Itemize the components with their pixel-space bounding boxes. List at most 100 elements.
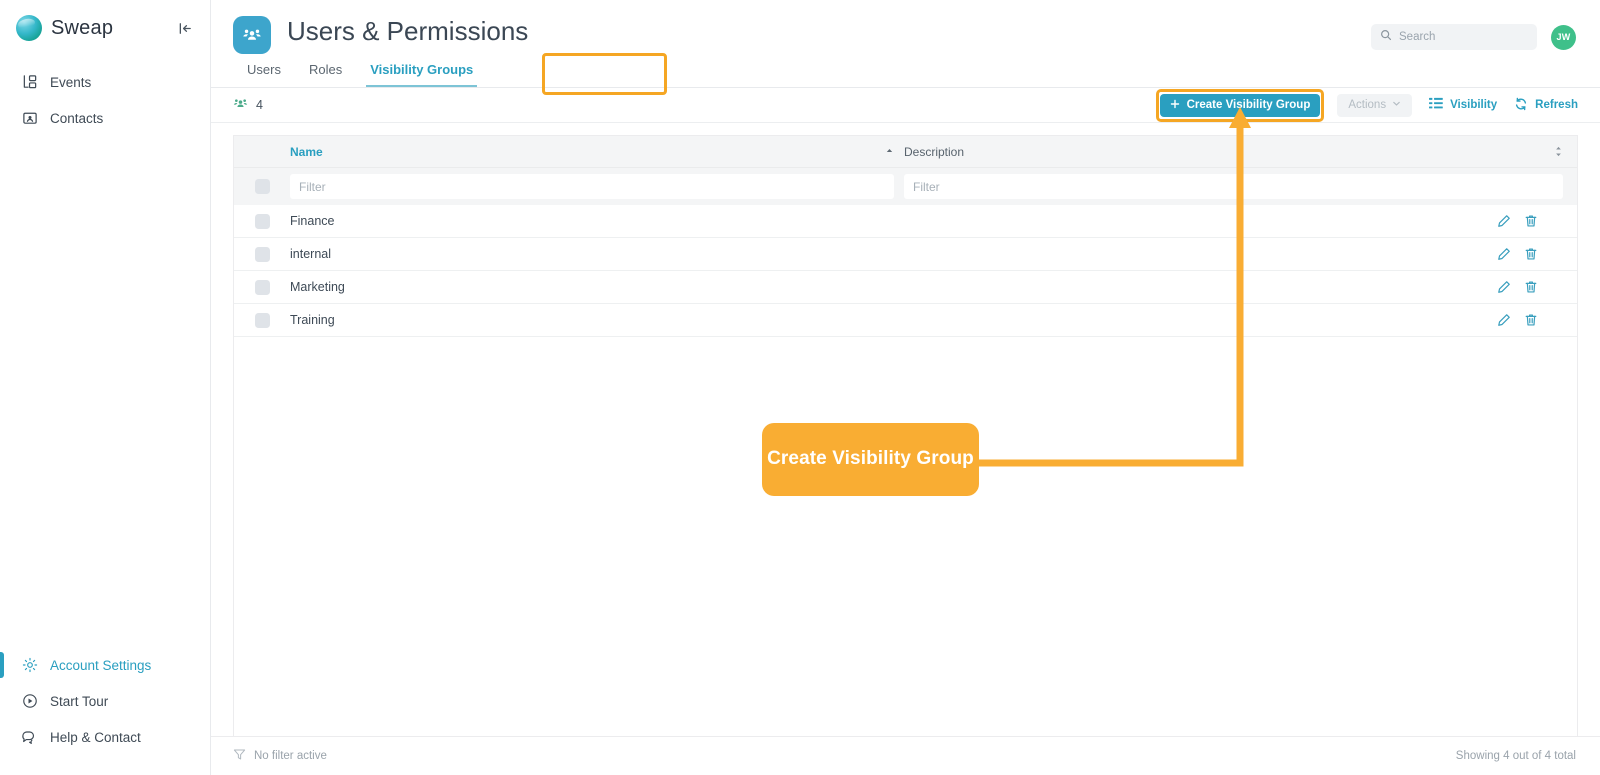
- edit-icon[interactable]: [1497, 247, 1511, 261]
- sidebar-item-label: Help & Contact: [50, 729, 141, 745]
- tab-users[interactable]: Users: [233, 56, 295, 87]
- row-checkbox[interactable]: [254, 246, 270, 262]
- funnel-icon: [233, 748, 246, 764]
- table-row[interactable]: internal: [234, 238, 1577, 271]
- tab-roles[interactable]: Roles: [295, 56, 356, 87]
- sweap-logo-icon: [16, 15, 42, 41]
- tab-label: Visibility Groups: [370, 62, 474, 77]
- sidebar-item-contacts[interactable]: Contacts: [0, 100, 210, 136]
- sidebar-item-account-settings[interactable]: Account Settings: [0, 647, 210, 683]
- edit-icon[interactable]: [1497, 214, 1511, 228]
- callout-text: Create Visibility Group: [767, 448, 974, 470]
- refresh-icon: [1514, 97, 1528, 114]
- row-checkbox-cell: [234, 312, 290, 328]
- avatar[interactable]: JW: [1551, 24, 1576, 50]
- cell-name: Marketing: [290, 280, 904, 294]
- select-all-checkbox[interactable]: [254, 179, 270, 194]
- delete-icon[interactable]: [1524, 313, 1538, 327]
- play-circle-icon: [21, 693, 38, 710]
- row-action-group: [1497, 313, 1563, 327]
- tab-active-underline: [366, 84, 478, 87]
- row-name-value: Marketing: [290, 280, 345, 294]
- table-row[interactable]: Finance: [234, 205, 1577, 238]
- delete-icon[interactable]: [1524, 247, 1538, 261]
- row-action-group: [1497, 280, 1563, 294]
- sidebar-item-help-contact[interactable]: Help & Contact: [0, 719, 210, 755]
- record-count-value: 4: [256, 98, 263, 112]
- row-checkbox[interactable]: [254, 312, 270, 328]
- visibility-button[interactable]: Visibility: [1429, 97, 1497, 113]
- table-filter-row: [234, 167, 1577, 205]
- chat-bubbles-icon: [21, 729, 38, 746]
- create-visibility-group-button[interactable]: Create Visibility Group: [1159, 93, 1321, 117]
- sort-asc-icon[interactable]: [885, 147, 894, 156]
- sort-none-icon[interactable]: [1554, 146, 1563, 157]
- tab-label: Users: [247, 62, 281, 77]
- row-action-group: [1497, 214, 1563, 228]
- cell-name: Training: [290, 313, 904, 327]
- delete-icon[interactable]: [1524, 214, 1538, 228]
- sidebar-nav-top: Events Contacts: [0, 64, 210, 136]
- sidebar-item-events[interactable]: Events: [0, 64, 210, 100]
- column-label-name: Name: [290, 144, 323, 159]
- actions-dropdown-button[interactable]: Actions: [1337, 93, 1413, 117]
- row-checkbox[interactable]: [254, 279, 270, 295]
- record-count: 4: [233, 96, 263, 114]
- gear-icon: [21, 657, 38, 674]
- chevron-down-icon: [1392, 99, 1401, 111]
- create-button-label: Create Visibility Group: [1186, 99, 1311, 111]
- delete-icon[interactable]: [1524, 280, 1538, 294]
- cell-description: [904, 247, 1577, 261]
- cell-description: [904, 313, 1577, 327]
- sidebar: Sweap Events Contacts Account Settings S…: [0, 0, 211, 775]
- row-name-value: Finance: [290, 214, 335, 228]
- tab-visibility-groups[interactable]: Visibility Groups: [356, 56, 487, 87]
- events-icon: [21, 74, 38, 91]
- table-row[interactable]: Marketing: [234, 271, 1577, 304]
- main-content: Users & Permissions Search JW Users Role…: [211, 0, 1600, 775]
- refresh-button[interactable]: Refresh: [1514, 97, 1578, 114]
- row-checkbox-cell: [234, 246, 290, 262]
- columns-list-icon: [1429, 97, 1443, 113]
- filter-cell-name: [290, 174, 904, 199]
- filter-status: No filter active: [233, 748, 327, 764]
- collapse-sidebar-icon[interactable]: [174, 17, 196, 39]
- brand-name: Sweap: [51, 16, 114, 39]
- sidebar-item-label: Events: [50, 74, 92, 90]
- page-title: Users & Permissions: [287, 16, 529, 46]
- row-checkbox-cell: [234, 279, 290, 295]
- cell-name: internal: [290, 247, 904, 261]
- sidebar-item-label: Account Settings: [50, 657, 152, 673]
- search-icon: [1380, 28, 1392, 46]
- header-right: Search JW: [1371, 10, 1576, 50]
- table-header-row: Name Description: [234, 136, 1577, 167]
- edit-icon[interactable]: [1497, 313, 1511, 327]
- edit-icon[interactable]: [1497, 280, 1511, 294]
- row-name-value: internal: [290, 247, 331, 261]
- toolbar: 4 Create Visibility Group Actions Visibi…: [211, 88, 1600, 123]
- table-row[interactable]: Training: [234, 304, 1577, 337]
- header-cell-name[interactable]: Name: [290, 145, 904, 159]
- toolbar-actions: Create Visibility Group Actions Visibili…: [1155, 88, 1578, 122]
- callout-badge: Create Visibility Group: [762, 423, 979, 496]
- filter-input-name[interactable]: [290, 174, 894, 199]
- row-name-value: Training: [290, 313, 335, 327]
- active-indicator: [0, 652, 4, 678]
- cell-name: Finance: [290, 214, 904, 228]
- filter-input-description[interactable]: [904, 174, 1563, 199]
- contacts-icon: [21, 110, 38, 127]
- search-input[interactable]: Search: [1371, 24, 1537, 50]
- sidebar-item-start-tour[interactable]: Start Tour: [0, 683, 210, 719]
- row-action-group: [1497, 247, 1563, 261]
- brand-row: Sweap: [0, 6, 210, 50]
- create-visibility-group-wrap: Create Visibility Group: [1155, 88, 1325, 122]
- header-cell-description[interactable]: Description: [904, 145, 1577, 159]
- table-footer: No filter active Showing 4 out of 4 tota…: [211, 736, 1600, 775]
- cell-description: [904, 214, 1577, 228]
- search-placeholder: Search: [1399, 31, 1436, 43]
- row-checkbox-cell: [234, 213, 290, 229]
- tab-label: Roles: [308, 62, 343, 77]
- tab-bar: Users Roles Visibility Groups: [211, 53, 1600, 95]
- row-checkbox[interactable]: [254, 213, 270, 229]
- column-label-description: Description: [904, 144, 965, 159]
